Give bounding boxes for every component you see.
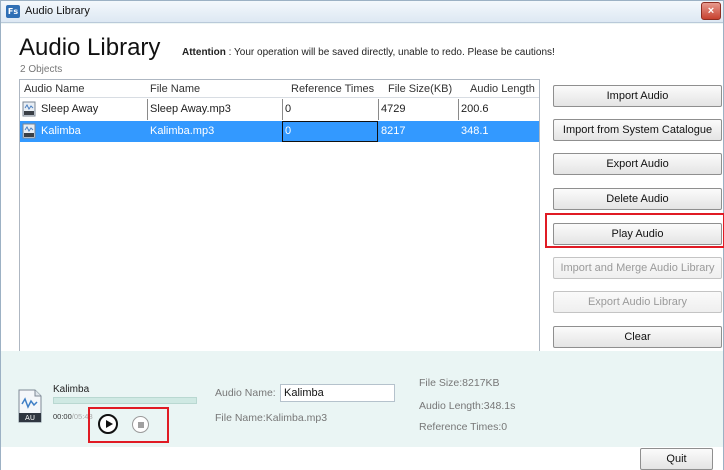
audio-name-label: Audio Name: xyxy=(215,387,276,399)
cell-file-size: 4729 xyxy=(381,103,406,115)
audio-table[interactable]: Audio Name File Name Reference Times Fil… xyxy=(19,79,540,393)
column-header-reference-times[interactable]: Reference Times xyxy=(291,83,374,95)
quit-button[interactable]: Quit xyxy=(640,448,713,470)
attention-label: Attention xyxy=(182,47,226,58)
file-name-text: File Name:Kalimba.mp3 xyxy=(215,412,328,424)
column-divider xyxy=(147,99,148,120)
focused-cell[interactable] xyxy=(282,121,378,142)
cell-file-name: Kalimba.mp3 xyxy=(150,125,215,137)
cell-file-size: 8217 xyxy=(381,125,406,137)
column-divider xyxy=(458,99,459,120)
audio-file-icon xyxy=(22,123,36,139)
au-badge-text: AU xyxy=(25,414,35,422)
import-and-merge-audio-library-button[interactable]: Import and Merge Audio Library xyxy=(553,257,722,279)
cell-audio-length: 200.6 xyxy=(461,103,489,115)
import-audio-button[interactable]: Import Audio xyxy=(553,85,722,107)
attention-notice: Attention : Your operation will be saved… xyxy=(182,47,555,58)
table-header: Audio Name File Name Reference Times Fil… xyxy=(20,80,539,98)
column-divider xyxy=(378,99,379,120)
play-audio-highlight xyxy=(545,213,724,248)
export-audio-button[interactable]: Export Audio xyxy=(553,153,722,175)
column-header-audio-name[interactable]: Audio Name xyxy=(24,83,85,95)
cell-audio-name: Sleep Away xyxy=(41,103,99,115)
player-controls-highlight xyxy=(88,407,169,443)
table-row-selected[interactable]: Kalimba Kalimba.mp3 0 8217 348.1 xyxy=(20,121,539,142)
player-elapsed: 00:00 xyxy=(53,412,72,421)
cell-reference-times: 0 xyxy=(285,103,292,115)
audio-file-icon xyxy=(22,101,36,117)
page-title: Audio Library xyxy=(19,34,161,61)
title-bar: Fs Audio Library × xyxy=(1,1,723,23)
cell-reference-times: 0 xyxy=(285,125,292,137)
delete-audio-button[interactable]: Delete Audio xyxy=(553,188,722,210)
column-header-audio-length[interactable]: Audio Length xyxy=(470,83,535,95)
table-row[interactable]: Sleep Away Sleep Away.mp3 0 4729 200.6 xyxy=(20,99,539,120)
file-size-text: File Size:8217KB xyxy=(419,377,500,389)
export-audio-library-button[interactable]: Export Audio Library xyxy=(553,291,722,313)
import-from-system-catalogue-button[interactable]: Import from System Catalogue xyxy=(553,119,722,141)
app-icon: Fs xyxy=(6,5,20,18)
audio-name-field[interactable] xyxy=(280,384,395,402)
player-time: 00:00/05:48 xyxy=(53,412,93,421)
player-track-name: Kalimba xyxy=(53,384,90,395)
clear-button[interactable]: Clear xyxy=(553,326,722,348)
player-progress-bar[interactable] xyxy=(53,397,197,404)
cell-file-name: Sleep Away.mp3 xyxy=(150,103,231,115)
cell-audio-length: 348.1 xyxy=(461,125,489,137)
column-header-file-size[interactable]: File Size(KB) xyxy=(388,83,452,95)
cell-audio-name: Kalimba xyxy=(41,125,81,137)
audio-length-text: Audio Length:348.1s xyxy=(419,400,516,412)
close-button[interactable]: × xyxy=(701,2,721,20)
object-count: 2 Objects xyxy=(20,64,63,75)
reference-times-text: Reference Times:0 xyxy=(419,421,508,433)
column-divider xyxy=(282,99,283,120)
audio-library-window: Fs Audio Library × Audio Library Attenti… xyxy=(0,0,724,470)
au-file-icon: AU xyxy=(18,389,42,423)
window-title: Audio Library xyxy=(25,5,90,17)
column-header-file-name[interactable]: File Name xyxy=(150,83,200,95)
attention-text: : Your operation will be saved directly,… xyxy=(225,47,555,58)
